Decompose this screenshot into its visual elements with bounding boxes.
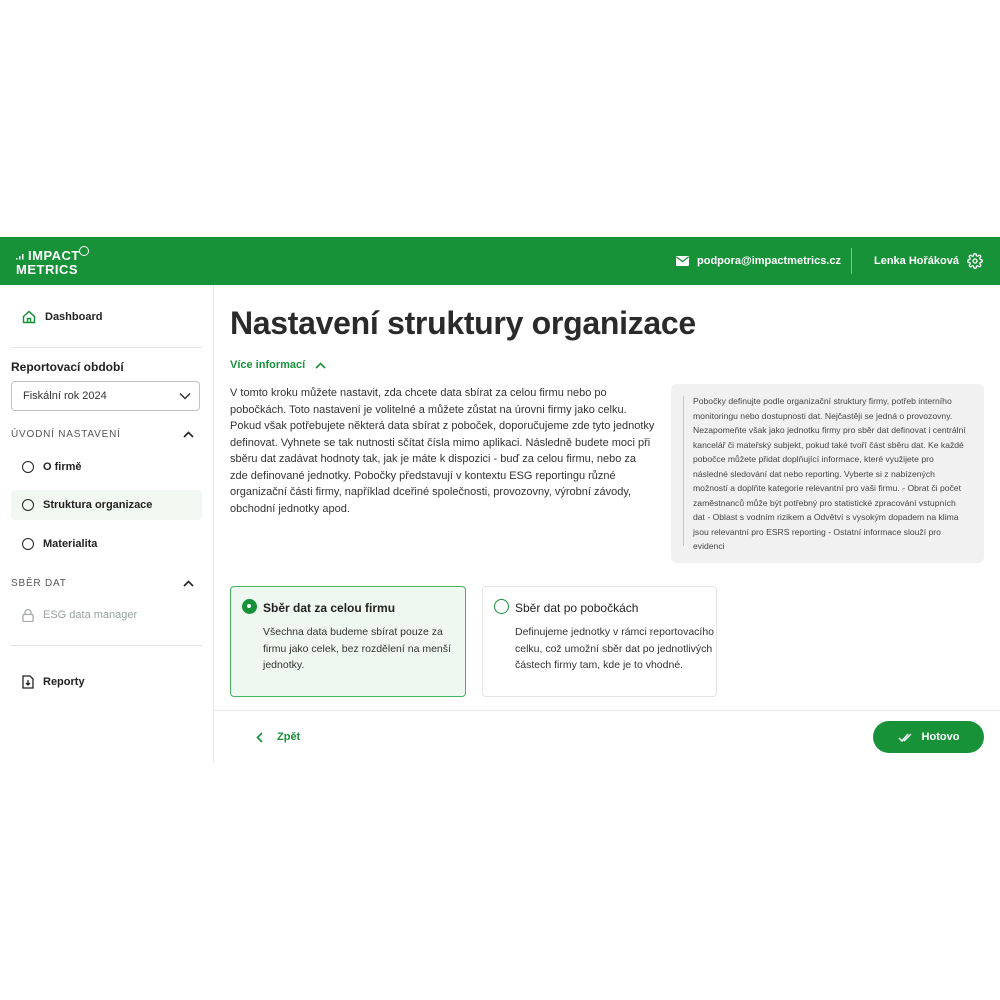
done-button[interactable]: Hotovo: [873, 721, 984, 753]
option-description: Všechna data budeme sbírat pouze za firm…: [263, 626, 451, 671]
sidebar-item-label: Reporty: [43, 676, 85, 688]
chevron-up-icon: [315, 361, 326, 369]
report-icon: [22, 675, 34, 689]
support-email-link[interactable]: podpora@impactmetrics.cz: [676, 253, 841, 269]
sidebar-item-label: Materialita: [43, 538, 98, 550]
info-box-text: Pobočky definujte podle organizační stru…: [693, 396, 966, 551]
group-label-data: SBĚR DAT: [11, 578, 67, 589]
logo-dots-icon: [16, 254, 24, 260]
chevron-up-icon: [183, 431, 194, 438]
group-header-intro[interactable]: ÚVODNÍ NASTAVENÍ: [11, 429, 200, 445]
double-check-icon: [898, 732, 912, 742]
page-title: Nastavení struktury organizace: [230, 305, 696, 341]
group-header-data[interactable]: SBĚR DAT: [11, 578, 200, 594]
done-label: Hotovo: [921, 731, 960, 743]
period-select[interactable]: Fiskální rok 2024: [11, 381, 200, 411]
period-value: Fiskální rok 2024: [23, 390, 107, 402]
sidebar-item-org-structure[interactable]: Struktura organizace: [11, 490, 202, 520]
status-circle-icon: [22, 538, 34, 550]
sidebar-item-dashboard[interactable]: Dashboard: [11, 302, 202, 332]
radio-empty-icon[interactable]: [494, 599, 509, 614]
logo-line1: IMPACT: [28, 248, 80, 263]
sidebar-item-label: Dashboard: [45, 311, 103, 323]
sidebar-divider: [11, 347, 202, 348]
status-circle-icon: [22, 499, 34, 511]
sidebar-item-esg-data-manager: ESG data manager: [11, 600, 202, 630]
support-email: podpora@impactmetrics.cz: [697, 255, 841, 267]
option-whole-company[interactable]: Sběr dat za celou firmu Všechna data bud…: [230, 586, 466, 697]
back-label: Zpět: [277, 731, 301, 743]
option-title: Sběr dat za celou firmu: [263, 601, 396, 615]
logo-line2: METRICS: [16, 262, 78, 277]
status-circle-icon: [22, 461, 34, 473]
chevron-down-icon: [179, 392, 191, 400]
header-divider: [851, 248, 852, 274]
chevron-up-icon: [183, 580, 194, 587]
top-bar: IMPACT METRICS podpora@impactmetrics.cz …: [0, 237, 1000, 285]
info-box: Pobočky definujte podle organizační stru…: [671, 384, 984, 563]
back-button[interactable]: Zpět: [256, 731, 300, 743]
user-name: Lenka Hořáková: [874, 255, 959, 267]
sidebar-item-reports[interactable]: Reporty: [11, 667, 202, 697]
option-by-branches[interactable]: Sběr dat po pobočkách Definujeme jednotk…: [482, 586, 717, 697]
group-label-intro: ÚVODNÍ NASTAVENÍ: [11, 429, 121, 440]
more-info-toggle[interactable]: Více informací: [230, 359, 326, 371]
sidebar-item-label: O firmě: [43, 461, 82, 473]
gear-icon[interactable]: [967, 253, 983, 269]
period-label: Reportovací období: [11, 360, 124, 374]
sidebar-item-materiality[interactable]: Materialita: [11, 529, 202, 559]
home-icon: [22, 310, 36, 324]
sidebar-item-label: ESG data manager: [43, 609, 138, 621]
main-content: Nastavení struktury organizace Více info…: [214, 285, 1000, 763]
more-info-label: Více informací: [230, 359, 306, 371]
radio-selected-icon[interactable]: [242, 599, 257, 614]
footer-bar: Zpět Hotovo: [214, 710, 1000, 763]
chevron-left-icon: [256, 731, 263, 743]
logo[interactable]: IMPACT METRICS: [16, 246, 96, 278]
lock-icon: [22, 608, 34, 622]
logo-mark-icon: [79, 246, 89, 256]
sidebar-item-label: Struktura organizace: [43, 499, 153, 511]
app-window: IMPACT METRICS podpora@impactmetrics.cz …: [0, 237, 1000, 763]
sidebar: Dashboard Reportovací období Fiskální ro…: [0, 285, 214, 763]
user-menu[interactable]: Lenka Hořáková: [874, 253, 983, 269]
sidebar-divider: [11, 645, 202, 646]
sidebar-item-about-company[interactable]: O firmě: [11, 452, 202, 482]
mail-icon: [676, 256, 689, 266]
option-description: Definujeme jednotky v rámci reportovacíh…: [515, 626, 715, 671]
option-title: Sběr dat po pobočkách: [515, 601, 639, 615]
intro-text: V tomto kroku můžete nastavit, zda chcet…: [230, 387, 655, 515]
